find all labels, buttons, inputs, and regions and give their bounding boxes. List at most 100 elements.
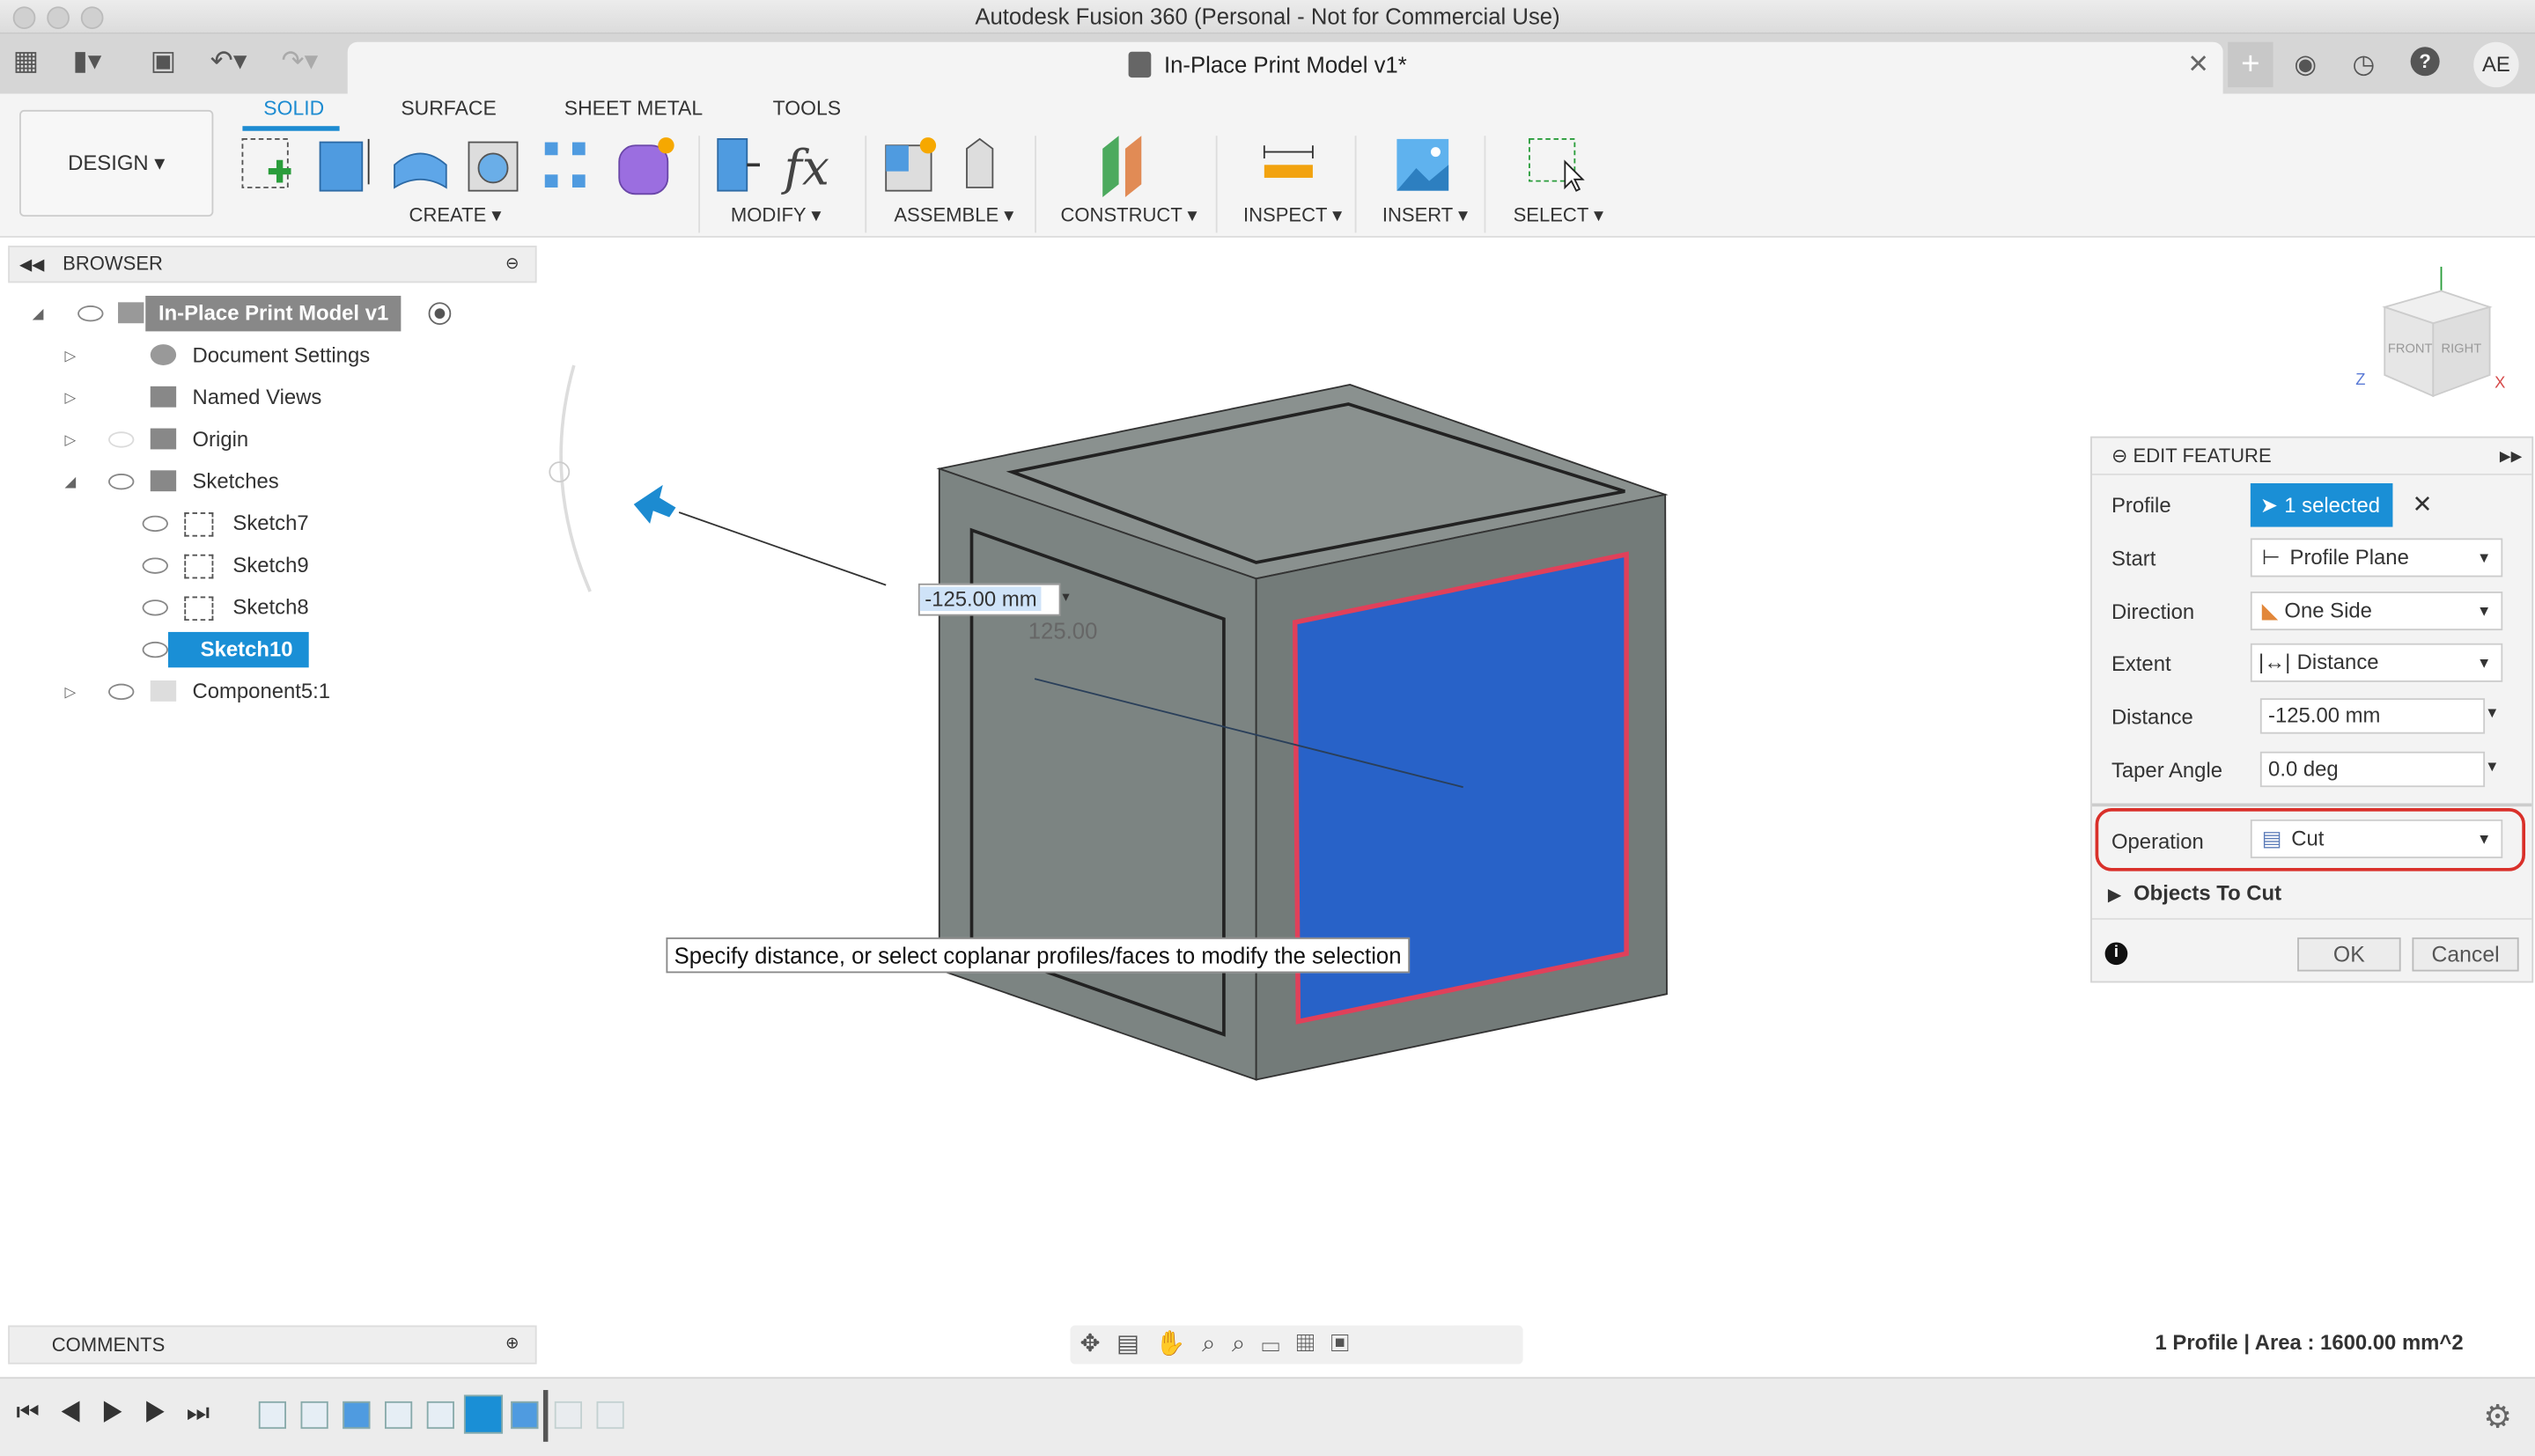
zoom-window-button[interactable] xyxy=(80,6,104,30)
tab-solid[interactable]: SOLID xyxy=(263,97,324,120)
distance-field[interactable]: -125.00 mm xyxy=(2259,698,2486,734)
play-icon[interactable]: ▶ xyxy=(101,1400,144,1427)
timeline-suppressed-feature[interactable] xyxy=(554,1401,582,1430)
comments-panel[interactable]: COMMENTS ⊕ xyxy=(8,1325,537,1364)
objects-to-cut-toggle[interactable]: ▶ Objects To Cut xyxy=(2108,881,2281,906)
undo-icon[interactable]: ↶▾ xyxy=(210,45,247,77)
new-tab-button[interactable]: + xyxy=(2228,41,2273,88)
modify-menu[interactable]: MODIFY ▾ xyxy=(731,203,821,226)
tab-sheet-metal[interactable]: SHEET METAL xyxy=(564,97,703,120)
axis-x-label: X xyxy=(2494,373,2505,392)
close-tab-icon[interactable]: ✕ xyxy=(2187,48,2209,81)
operation-dropdown[interactable]: ▤ Cut ▼ xyxy=(2250,819,2503,858)
distance-input-value[interactable]: -125.00 mm xyxy=(919,586,1043,612)
timeline-extrude-feature[interactable] xyxy=(343,1401,371,1430)
timeline-sketch-feature[interactable] xyxy=(384,1401,413,1430)
info-icon[interactable]: i xyxy=(2104,942,2128,966)
distance-manipulator-arrow[interactable] xyxy=(633,484,676,524)
minimize-icon[interactable]: ⊖ xyxy=(2111,445,2127,467)
extent-dropdown[interactable]: |↔| Distance ▼ xyxy=(2250,643,2503,682)
distance-field-dropdown-icon[interactable]: ▼ xyxy=(2485,705,2499,721)
cut-icon: ▤ xyxy=(2261,826,2282,850)
press-pull-icon[interactable] xyxy=(717,137,760,192)
extrude-icon[interactable] xyxy=(319,138,370,192)
zoom-icon[interactable]: ⌕ xyxy=(1202,1330,1232,1357)
clear-selection-icon[interactable]: ✕ xyxy=(2412,489,2432,518)
offset-plane-icon[interactable] xyxy=(1102,136,1142,198)
view-cube[interactable]: FRONT RIGHT Z X xyxy=(2353,259,2515,404)
new-component-icon[interactable] xyxy=(885,137,937,192)
cursor-icon: ➤ xyxy=(2259,493,2278,518)
timeline-active-sketch[interactable] xyxy=(463,1394,504,1434)
joint-icon[interactable] xyxy=(966,137,994,188)
taper-angle-field[interactable]: 0.0 deg xyxy=(2259,751,2486,788)
timeline-marker[interactable] xyxy=(542,1390,549,1442)
viewcube-front-label[interactable]: FRONT xyxy=(2388,342,2433,356)
add-comment-icon[interactable]: ⊕ xyxy=(505,1327,519,1362)
construct-menu[interactable]: CONSTRUCT ▾ xyxy=(1060,203,1197,226)
hole-icon[interactable] xyxy=(468,141,519,192)
panel-header[interactable]: ⊖ EDIT FEATURE ▶▶ xyxy=(2091,438,2532,475)
start-dropdown[interactable]: ⊢ Profile Plane ▼ xyxy=(2250,538,2503,577)
select-icon[interactable] xyxy=(1529,137,1585,192)
save-icon[interactable]: ▣ xyxy=(151,45,176,77)
select-menu[interactable]: SELECT ▾ xyxy=(1514,203,1604,226)
profile-selector[interactable]: ➤ 1 selected xyxy=(2250,482,2393,527)
distance-input[interactable]: -125.00 mm xyxy=(917,583,1061,616)
revolve-icon[interactable] xyxy=(394,152,447,189)
timeline-sketch-feature[interactable] xyxy=(426,1401,454,1430)
distance-dropdown-icon[interactable]: ▾ xyxy=(1062,588,1069,606)
workspace-switcher[interactable]: DESIGN ▾ xyxy=(19,109,214,217)
timeline-sketch-feature[interactable] xyxy=(258,1401,286,1430)
tab-surface[interactable]: SURFACE xyxy=(401,97,496,120)
extensions-icon[interactable]: ◉ xyxy=(2294,48,2317,81)
step-back-icon[interactable]: ◀ xyxy=(59,1400,101,1427)
orbit-icon[interactable]: ✥ xyxy=(1080,1330,1116,1357)
taper-dropdown-icon[interactable]: ▼ xyxy=(2485,758,2499,774)
step-forward-icon[interactable]: ▶ xyxy=(144,1400,186,1427)
close-window-button[interactable] xyxy=(12,6,36,30)
tab-tools[interactable]: TOOLS xyxy=(773,97,841,120)
user-avatar[interactable]: AE xyxy=(2473,41,2519,88)
look-at-icon[interactable]: ▤ xyxy=(1116,1330,1155,1357)
viewcube-right-label[interactable]: RIGHT xyxy=(2442,342,2482,356)
timeline-suppressed-feature[interactable] xyxy=(596,1401,624,1430)
divider xyxy=(698,136,701,233)
timeline-extrude-feature[interactable] xyxy=(511,1401,539,1430)
pattern-icon[interactable] xyxy=(544,142,586,188)
grid-settings-icon[interactable]: ▦ xyxy=(1296,1330,1330,1357)
redo-icon[interactable]: ↷▾ xyxy=(281,45,318,77)
create-sketch-icon[interactable] xyxy=(241,137,291,188)
viewports-icon[interactable]: ▣ xyxy=(1330,1330,1365,1357)
apps-grid-icon[interactable]: ▦ xyxy=(13,45,39,77)
help-icon[interactable]: ? xyxy=(2410,47,2440,77)
assemble-menu[interactable]: ASSEMBLE ▾ xyxy=(894,203,1013,226)
job-status-icon[interactable]: ◷ xyxy=(2353,48,2376,81)
expand-panel-icon[interactable]: ▶▶ xyxy=(2500,438,2522,474)
timeline-settings-gear-icon[interactable]: ⚙ xyxy=(2483,1396,2512,1437)
panel-title: EDIT FEATURE xyxy=(2133,444,2272,467)
edit-feature-panel: ⊖ EDIT FEATURE ▶▶ Profile ➤ 1 selected ✕ … xyxy=(2090,436,2534,983)
zoom-window-icon[interactable]: ⌕ xyxy=(1232,1330,1262,1357)
direction-dropdown[interactable]: ◣ One Side ▼ xyxy=(2250,592,2503,631)
timeline-component-feature[interactable] xyxy=(300,1401,328,1430)
ok-button[interactable]: OK xyxy=(2297,937,2401,972)
go-to-start-icon[interactable]: ⏮ xyxy=(16,1400,58,1427)
go-to-end-icon[interactable]: ⏭ xyxy=(187,1400,229,1427)
insert-canvas-icon[interactable] xyxy=(1396,138,1449,191)
extent-label: Extent xyxy=(2111,651,2171,676)
display-settings-icon[interactable]: ▭ xyxy=(1262,1330,1296,1357)
operation-label: Operation xyxy=(2111,828,2204,854)
orbit-handle[interactable] xyxy=(549,461,571,483)
pan-icon[interactable]: ✋ xyxy=(1155,1330,1202,1357)
minimize-window-button[interactable] xyxy=(47,6,70,30)
create-form-icon[interactable] xyxy=(618,137,674,195)
file-menu-icon[interactable]: ▮▾ xyxy=(73,45,102,77)
inspect-menu[interactable]: INSPECT ▾ xyxy=(1243,203,1342,226)
create-menu[interactable]: CREATE ▾ xyxy=(409,203,502,226)
cancel-button[interactable]: Cancel xyxy=(2412,937,2519,972)
measure-icon[interactable] xyxy=(1263,145,1314,178)
profile-plane-icon: ⊢ xyxy=(2261,544,2281,570)
parameters-icon[interactable]: fx xyxy=(781,139,829,195)
insert-menu[interactable]: INSERT ▾ xyxy=(1382,203,1468,226)
